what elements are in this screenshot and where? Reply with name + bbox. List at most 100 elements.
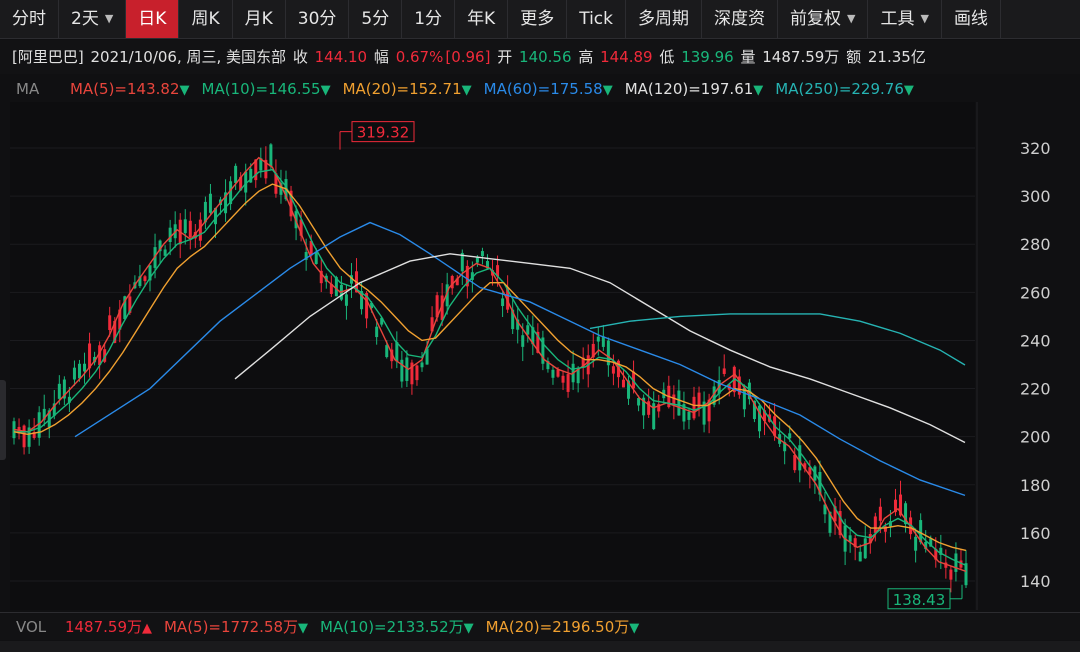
change-percent: 0.67% xyxy=(395,48,444,66)
y-tick-label: 180 xyxy=(1020,476,1051,495)
y-tick-label: 200 xyxy=(1020,428,1051,447)
tab-8[interactable]: 年K xyxy=(455,0,509,38)
candle-body xyxy=(561,375,565,383)
tab-label: 更多 xyxy=(520,9,555,29)
candle-body xyxy=(234,165,238,183)
candle-body xyxy=(596,336,600,342)
candle-body xyxy=(611,366,615,374)
candle-body xyxy=(501,298,505,307)
candle-body xyxy=(757,405,761,432)
candle-body xyxy=(878,506,882,521)
dropdown-caret-icon: ▼ xyxy=(920,12,929,25)
volume-panel-strip xyxy=(0,641,1080,652)
candle-body xyxy=(793,455,797,471)
tab-label: 1分 xyxy=(414,9,443,29)
vol-item-3: MA(20)=2196.50万▼ xyxy=(486,618,640,636)
tab-7[interactable]: 1分 xyxy=(402,0,456,38)
low-label: 138.43 xyxy=(893,591,946,609)
candle-body xyxy=(637,397,641,406)
candle-body xyxy=(375,326,379,338)
ma-item-1: MA(10)=146.55▼ xyxy=(202,80,331,98)
ma-item-3: MA(60)=175.58▼ xyxy=(484,80,613,98)
ma-item-2: MA(20)=152.71▼ xyxy=(343,80,472,98)
candle-body xyxy=(863,538,867,559)
stock-name: [阿里巴巴] xyxy=(12,48,84,66)
tab-10[interactable]: Tick xyxy=(567,0,626,38)
high-label: 319.32 xyxy=(357,124,410,142)
tab-label: 5分 xyxy=(361,9,390,29)
ma-label: MA xyxy=(16,80,40,98)
tab-label: 30分 xyxy=(297,9,337,29)
candle-body xyxy=(526,325,530,335)
tab-14[interactable]: 工具 ▼ xyxy=(868,0,942,38)
candle-body xyxy=(964,563,968,586)
tab-3[interactable]: 周K xyxy=(179,0,233,38)
vol-value: MA(20)=2196.50万 xyxy=(485,618,630,636)
tab-2[interactable]: 日K xyxy=(126,0,180,38)
tab-11[interactable]: 多周期 xyxy=(626,0,702,38)
candle-body xyxy=(914,536,918,551)
candle-body xyxy=(57,383,61,399)
arrow-down-icon: ▼ xyxy=(903,83,914,98)
dropdown-caret-icon: ▼ xyxy=(847,12,856,25)
vol-value: 1487.59万 xyxy=(64,618,142,636)
high-label: 高 xyxy=(578,48,594,66)
kline-chart[interactable]: 320 300 280 260 240 220 200 180 160 140 319.32 138.… xyxy=(0,102,1080,610)
candle-body xyxy=(208,193,212,213)
tab-label: 多周期 xyxy=(638,9,689,29)
tab-6[interactable]: 5分 xyxy=(349,0,403,38)
candle-body xyxy=(269,144,273,167)
change-abs: [0.96] xyxy=(445,48,491,66)
candle-body xyxy=(108,315,112,331)
candle-body xyxy=(788,433,792,439)
tab-5[interactable]: 30分 xyxy=(286,0,350,38)
tab-9[interactable]: 更多 xyxy=(508,0,568,38)
volume-value: 1487.59万 xyxy=(762,48,840,66)
tab-label: 日K xyxy=(138,9,167,29)
tab-0[interactable]: 分时 xyxy=(0,0,59,38)
tab-12[interactable]: 深度资 xyxy=(702,0,778,38)
candle-body xyxy=(475,257,479,263)
candle-body xyxy=(873,516,877,533)
y-tick-label: 300 xyxy=(1020,187,1051,206)
vol-item-1: MA(5)=1772.58万▼ xyxy=(164,618,308,636)
ma-value: MA(20)=152.71 xyxy=(342,80,462,98)
tab-4[interactable]: 月K xyxy=(233,0,286,38)
candle-body xyxy=(949,569,953,580)
ma-value: MA(120)=197.61 xyxy=(624,80,754,98)
vol-value: MA(5)=1772.58万 xyxy=(163,618,299,636)
ma-value: MA(5)=143.82 xyxy=(69,80,180,98)
arrow-down-icon: ▼ xyxy=(463,621,474,636)
candle-body xyxy=(83,363,87,372)
arrow-down-icon: ▼ xyxy=(461,83,472,98)
candle-body xyxy=(480,251,484,257)
candle-body xyxy=(556,369,560,377)
tab-1[interactable]: 2天 ▼ xyxy=(59,0,127,38)
tab-15[interactable]: 画线 xyxy=(942,0,1001,38)
candle-body xyxy=(72,367,76,380)
candle-body xyxy=(168,227,172,243)
panel-collapse-handle[interactable] xyxy=(0,380,6,460)
y-tick-label: 320 xyxy=(1020,139,1051,158)
vol-item-2: MA(10)=2133.52万▼ xyxy=(320,618,474,636)
tab-label: 2天 xyxy=(71,9,99,29)
vol-label: VOL xyxy=(16,618,47,636)
ma-value: MA(10)=146.55 xyxy=(201,80,321,98)
y-tick-label: 240 xyxy=(1020,331,1051,350)
tab-label: 年K xyxy=(467,9,496,29)
candle-body xyxy=(163,249,167,256)
ma-item-0: MA(5)=143.82▼ xyxy=(70,80,190,98)
tab-label: 分时 xyxy=(12,9,46,29)
y-tick-label: 260 xyxy=(1020,283,1051,302)
candle-body xyxy=(22,425,26,448)
y-tick-label: 140 xyxy=(1020,572,1051,591)
tab-13[interactable]: 前复权 ▼ xyxy=(778,0,869,38)
high-value: 144.89 xyxy=(600,48,653,66)
candle-body xyxy=(77,363,81,379)
arrow-down-icon: ▼ xyxy=(320,83,331,98)
low-label: 低 xyxy=(659,48,675,66)
y-tick-label: 160 xyxy=(1020,524,1051,543)
candle-body xyxy=(344,294,348,306)
tab-label: 周K xyxy=(191,9,220,29)
tab-label: 深度资 xyxy=(714,9,765,29)
